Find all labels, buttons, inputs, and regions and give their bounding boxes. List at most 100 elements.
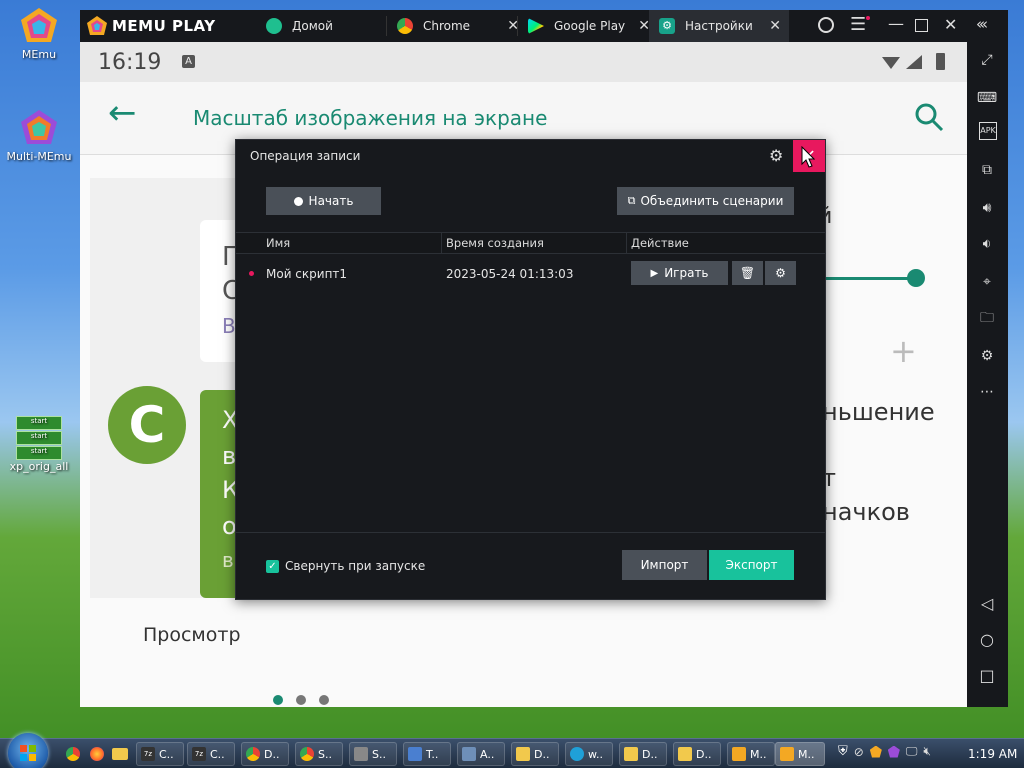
- collapse-sidebar-icon[interactable]: ‹‹‹: [976, 15, 988, 33]
- volume-muted-icon[interactable]: 🔇︎: [923, 744, 931, 759]
- shield-icon[interactable]: ⛨: [838, 744, 848, 759]
- taskbar-item-label: A..: [480, 747, 495, 761]
- desktop-icon-multi-memu[interactable]: Multi-MEmu: [4, 108, 74, 163]
- back-nav-icon[interactable]: ◁: [975, 592, 999, 616]
- page-dot-active[interactable]: [273, 695, 283, 705]
- increase-plus-icon[interactable]: +: [890, 332, 917, 370]
- desktop-icon-xp-orig-all[interactable]: start start start xp_orig_all: [4, 416, 74, 473]
- taskbar-clock[interactable]: 1:19 AM: [968, 747, 1017, 761]
- taskbar-item[interactable]: M..: [727, 742, 775, 766]
- export-button[interactable]: Экспорт: [709, 550, 794, 580]
- quicklaunch-chrome-icon[interactable]: [66, 747, 80, 761]
- recents-nav-icon[interactable]: □: [975, 664, 999, 688]
- play-script-button[interactable]: ▶ Играть: [631, 261, 728, 285]
- minimize-icon[interactable]: —: [888, 14, 904, 33]
- scale-slider-track[interactable]: [824, 277, 916, 280]
- taskbar-item-label: M..: [750, 747, 767, 761]
- taskbar-item-label: T..: [426, 747, 439, 761]
- tab-home[interactable]: Домой: [256, 10, 396, 42]
- quicklaunch-explorer-icon[interactable]: [112, 748, 128, 760]
- gear-icon: [354, 747, 368, 761]
- tab-google-play[interactable]: Google Play ✕: [518, 10, 658, 42]
- taskbar-item[interactable]: A..: [457, 742, 505, 766]
- location-icon[interactable]: ⌖: [975, 270, 999, 294]
- taskbar-item[interactable]: S..: [295, 742, 343, 766]
- collapse-on-start-checkbox[interactable]: ✓ Свернуть при запуске: [266, 559, 425, 573]
- more-icon[interactable]: ⋯: [975, 380, 999, 404]
- back-arrow-icon[interactable]: ←: [108, 96, 137, 130]
- taskbar-item[interactable]: S..: [349, 742, 397, 766]
- dialog-settings-icon[interactable]: ⚙: [769, 146, 783, 165]
- taskbar-item[interactable]: T..: [403, 742, 451, 766]
- add-window-icon[interactable]: ⧉: [975, 158, 999, 182]
- menu-icon[interactable]: ☰: [850, 14, 866, 35]
- record-operation-dialog: Операция записи ⚙ ✕ Начать ⧉ Объединить …: [235, 139, 826, 600]
- multi-memu-tray-icon[interactable]: [887, 745, 900, 758]
- quicklaunch-firefox-icon[interactable]: [90, 747, 104, 761]
- taskbar-item[interactable]: 7z C..: [187, 742, 235, 766]
- keyboard-icon[interactable]: ⌨: [975, 86, 999, 110]
- page-dot[interactable]: [296, 695, 306, 705]
- display-tray-icon[interactable]: 🖵︎: [906, 744, 918, 759]
- start-badge: start: [16, 416, 62, 430]
- taskbar-item[interactable]: D..: [511, 742, 559, 766]
- start-record-button[interactable]: Начать: [266, 187, 381, 215]
- settings-text: ньшение: [822, 398, 935, 426]
- home-nav-icon[interactable]: ○: [975, 628, 999, 652]
- battery-icon: [936, 53, 945, 70]
- table-header: Имя Время создания Действие: [236, 232, 825, 254]
- search-icon[interactable]: [914, 102, 944, 132]
- emulator-titlebar: MEMU PLAY Домой Chrome ✕ Google Play ✕ ⚙…: [80, 10, 1008, 42]
- memu-tray-icon[interactable]: [869, 745, 882, 758]
- taskbar-item[interactable]: D..: [619, 742, 667, 766]
- maximize-icon[interactable]: [915, 19, 928, 32]
- folder-icon[interactable]: 🗀︎: [975, 306, 999, 330]
- export-label: Экспорт: [725, 558, 778, 572]
- script-settings-button[interactable]: ⚙: [765, 261, 796, 285]
- taskbar-item[interactable]: M..: [775, 742, 825, 766]
- settings-icon[interactable]: ⚙: [975, 344, 999, 368]
- mouse-cursor-icon: [801, 146, 815, 168]
- taskbar-item[interactable]: D..: [673, 742, 721, 766]
- close-tab-icon[interactable]: ✕: [769, 18, 781, 34]
- apk-icon[interactable]: APK: [979, 122, 997, 140]
- script-name: Мой скрипт1: [266, 267, 348, 281]
- desktop-icon-memu[interactable]: MEmu: [4, 6, 74, 61]
- system-tray: ⛨ ⊘ 🖵︎ 🔇︎: [838, 744, 931, 759]
- taskbar-item[interactable]: 7z C..: [136, 742, 184, 766]
- column-header-name: Имя: [266, 236, 291, 250]
- tab-label: Настройки: [685, 19, 753, 33]
- bubble-text: в: [222, 548, 234, 572]
- close-window-icon[interactable]: ✕: [944, 15, 957, 34]
- table-row[interactable]: Мой скрипт1 2023-05-24 01:13:03 ▶ Играть…: [236, 260, 825, 288]
- emulator-sidebar: ⤢ ⌨ APK ⧉ 🔊︎ 🔉︎ ⌖ 🗀︎ ⚙ ⋯ ◁ ○ □: [967, 42, 1008, 707]
- taskbar-item[interactable]: w..: [565, 742, 613, 766]
- preview-card-text: В: [222, 314, 236, 338]
- desktop-icon-label: Multi-MEmu: [6, 150, 72, 163]
- fullscreen-icon[interactable]: ⤢: [975, 48, 999, 72]
- taskbar-item[interactable]: D..: [241, 742, 289, 766]
- start-button[interactable]: [8, 733, 48, 768]
- page-dot[interactable]: [319, 695, 329, 705]
- trash-icon: 🗑︎: [739, 266, 756, 280]
- merge-scripts-button[interactable]: ⧉ Объединить сценарии: [617, 187, 794, 215]
- network-icon[interactable]: ⊘: [854, 745, 864, 759]
- record-dot-icon: [293, 196, 303, 206]
- google-play-icon: [528, 18, 544, 34]
- volume-down-icon[interactable]: 🔉︎: [975, 232, 999, 256]
- account-icon[interactable]: [818, 17, 834, 33]
- tab-settings[interactable]: ⚙ Настройки ✕: [649, 10, 789, 42]
- start-badge: start: [16, 446, 62, 460]
- column-header-created: Время создания: [446, 236, 544, 250]
- taskbar-item-label: D..: [534, 747, 550, 761]
- edge-icon: [570, 747, 584, 761]
- multi-memu-logo-icon: [19, 108, 59, 148]
- script-created: 2023-05-24 01:13:03: [446, 267, 574, 281]
- merge-icon: ⧉: [627, 194, 636, 207]
- delete-script-button[interactable]: 🗑︎: [732, 261, 763, 285]
- tab-chrome[interactable]: Chrome ✕: [387, 10, 527, 42]
- volume-up-icon[interactable]: 🔊︎: [975, 196, 999, 220]
- memu-icon: [732, 747, 746, 761]
- scale-slider-thumb[interactable]: [907, 269, 925, 287]
- import-button[interactable]: Импорт: [622, 550, 707, 580]
